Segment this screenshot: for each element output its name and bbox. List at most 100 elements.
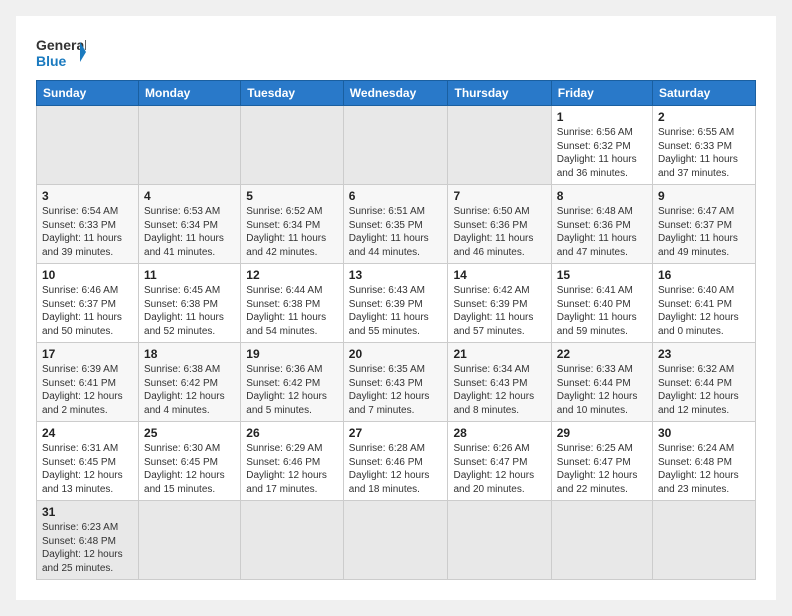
day-info: Sunrise: 6:34 AM Sunset: 6:43 PM Dayligh…: [453, 363, 545, 417]
day-cell: [139, 106, 241, 185]
day-cell: [241, 106, 344, 185]
day-cell: [448, 106, 551, 185]
day-number: 1: [557, 110, 647, 124]
day-info: Sunrise: 6:53 AM Sunset: 6:34 PM Dayligh…: [144, 205, 235, 259]
day-cell: 13 Sunrise: 6:43 AM Sunset: 6:39 PM Dayli…: [343, 264, 448, 343]
day-cell: [343, 501, 448, 580]
day-cell: [653, 501, 756, 580]
day-cell: 20Sunrise: 6:35 AM Sunset: 6:43 PM Dayli…: [343, 343, 448, 422]
day-cell: 19Sunrise: 6:36 AM Sunset: 6:42 PM Dayli…: [241, 343, 344, 422]
day-number: 13: [349, 268, 443, 282]
day-info: Sunrise: 6:56 AM Sunset: 6:32 PM Dayligh…: [557, 126, 647, 180]
day-number: 18: [144, 347, 235, 361]
day-cell: 30Sunrise: 6:24 AM Sunset: 6:48 PM Dayli…: [653, 422, 756, 501]
day-cell: 15 Sunrise: 6:41 AM Sunset: 6:40 PM Dayli…: [551, 264, 652, 343]
day-number: 23: [658, 347, 750, 361]
day-number: 7: [453, 189, 545, 203]
day-cell: 17Sunrise: 6:39 AM Sunset: 6:41 PM Dayli…: [37, 343, 139, 422]
day-info: Sunrise: 6:45 AM Sunset: 6:38 PM Dayligh…: [144, 284, 235, 338]
day-cell: 11 Sunrise: 6:45 AM Sunset: 6:38 PM Dayli…: [139, 264, 241, 343]
day-number: 22: [557, 347, 647, 361]
day-number: 4: [144, 189, 235, 203]
day-info: Sunrise: 6:48 AM Sunset: 6:36 PM Dayligh…: [557, 205, 647, 259]
day-cell: 31Sunrise: 6:23 AM Sunset: 6:48 PM Dayli…: [37, 501, 139, 580]
day-cell: 9Sunrise: 6:47 AM Sunset: 6:37 PM Daylig…: [653, 185, 756, 264]
day-info: Sunrise: 6:47 AM Sunset: 6:37 PM Dayligh…: [658, 205, 750, 259]
day-info: Sunrise: 6:31 AM Sunset: 6:45 PM Dayligh…: [42, 442, 133, 496]
day-cell: [551, 501, 652, 580]
day-number: 5: [246, 189, 338, 203]
day-info: Sunrise: 6:35 AM Sunset: 6:43 PM Dayligh…: [349, 363, 443, 417]
day-info: Sunrise: 6:54 AM Sunset: 6:33 PM Dayligh…: [42, 205, 133, 259]
day-header-wednesday: Wednesday: [343, 81, 448, 106]
day-header-tuesday: Tuesday: [241, 81, 344, 106]
day-cell: 5 Sunrise: 6:52 AM Sunset: 6:34 PM Daylig…: [241, 185, 344, 264]
day-number: 11: [144, 268, 235, 282]
calendar-table: SundayMondayTuesdayWednesdayThursdayFrid…: [36, 80, 756, 580]
day-cell: 26 Sunrise: 6:29 AM Sunset: 6:46 PM Dayli…: [241, 422, 344, 501]
day-info: Sunrise: 6:23 AM Sunset: 6:48 PM Dayligh…: [42, 521, 133, 575]
day-header-friday: Friday: [551, 81, 652, 106]
day-cell: [37, 106, 139, 185]
day-cell: 27Sunrise: 6:28 AM Sunset: 6:46 PM Dayli…: [343, 422, 448, 501]
day-cell: 1 Sunrise: 6:56 AM Sunset: 6:32 PM Daylig…: [551, 106, 652, 185]
day-info: Sunrise: 6:55 AM Sunset: 6:33 PM Dayligh…: [658, 126, 750, 180]
day-info: Sunrise: 6:26 AM Sunset: 6:47 PM Dayligh…: [453, 442, 545, 496]
day-cell: [139, 501, 241, 580]
day-number: 3: [42, 189, 133, 203]
day-cell: 2Sunrise: 6:55 AM Sunset: 6:33 PM Daylig…: [653, 106, 756, 185]
day-info: Sunrise: 6:25 AM Sunset: 6:47 PM Dayligh…: [557, 442, 647, 496]
day-header-saturday: Saturday: [653, 81, 756, 106]
day-info: Sunrise: 6:42 AM Sunset: 6:39 PM Dayligh…: [453, 284, 545, 338]
day-number: 28: [453, 426, 545, 440]
day-number: 26: [246, 426, 338, 440]
day-number: 14: [453, 268, 545, 282]
day-info: Sunrise: 6:43 AM Sunset: 6:39 PM Dayligh…: [349, 284, 443, 338]
week-row-4: 17Sunrise: 6:39 AM Sunset: 6:41 PM Dayli…: [37, 343, 756, 422]
day-number: 10: [42, 268, 133, 282]
day-cell: 22Sunrise: 6:33 AM Sunset: 6:44 PM Dayli…: [551, 343, 652, 422]
calendar-page: General Blue SundayMondayTuesdayWednesda…: [16, 16, 776, 600]
day-info: Sunrise: 6:36 AM Sunset: 6:42 PM Dayligh…: [246, 363, 338, 417]
week-row-2: 3 Sunrise: 6:54 AM Sunset: 6:33 PM Daylig…: [37, 185, 756, 264]
day-cell: 28 Sunrise: 6:26 AM Sunset: 6:47 PM Dayli…: [448, 422, 551, 501]
day-info: Sunrise: 6:38 AM Sunset: 6:42 PM Dayligh…: [144, 363, 235, 417]
svg-text:Blue: Blue: [36, 53, 67, 69]
page-header: General Blue: [36, 32, 756, 72]
day-cell: 23Sunrise: 6:32 AM Sunset: 6:44 PM Dayli…: [653, 343, 756, 422]
day-cell: 8 Sunrise: 6:48 AM Sunset: 6:36 PM Daylig…: [551, 185, 652, 264]
days-header-row: SundayMondayTuesdayWednesdayThursdayFrid…: [37, 81, 756, 106]
day-cell: 7Sunrise: 6:50 AM Sunset: 6:36 PM Daylig…: [448, 185, 551, 264]
day-info: Sunrise: 6:29 AM Sunset: 6:46 PM Dayligh…: [246, 442, 338, 496]
week-row-6: 31Sunrise: 6:23 AM Sunset: 6:48 PM Dayli…: [37, 501, 756, 580]
day-cell: 10Sunrise: 6:46 AM Sunset: 6:37 PM Dayli…: [37, 264, 139, 343]
day-number: 29: [557, 426, 647, 440]
day-cell: 29 Sunrise: 6:25 AM Sunset: 6:47 PM Dayli…: [551, 422, 652, 501]
day-cell: [448, 501, 551, 580]
day-cell: 4 Sunrise: 6:53 AM Sunset: 6:34 PM Daylig…: [139, 185, 241, 264]
day-number: 15: [557, 268, 647, 282]
day-cell: 18 Sunrise: 6:38 AM Sunset: 6:42 PM Dayli…: [139, 343, 241, 422]
day-cell: 25Sunrise: 6:30 AM Sunset: 6:45 PM Dayli…: [139, 422, 241, 501]
day-number: 12: [246, 268, 338, 282]
day-cell: 14 Sunrise: 6:42 AM Sunset: 6:39 PM Dayli…: [448, 264, 551, 343]
svg-text:General: General: [36, 37, 86, 53]
day-number: 21: [453, 347, 545, 361]
day-info: Sunrise: 6:41 AM Sunset: 6:40 PM Dayligh…: [557, 284, 647, 338]
day-cell: [241, 501, 344, 580]
day-info: Sunrise: 6:51 AM Sunset: 6:35 PM Dayligh…: [349, 205, 443, 259]
logo: General Blue: [36, 32, 86, 72]
day-number: 16: [658, 268, 750, 282]
day-cell: 16Sunrise: 6:40 AM Sunset: 6:41 PM Dayli…: [653, 264, 756, 343]
week-row-1: 1 Sunrise: 6:56 AM Sunset: 6:32 PM Daylig…: [37, 106, 756, 185]
day-number: 24: [42, 426, 133, 440]
day-number: 27: [349, 426, 443, 440]
day-info: Sunrise: 6:30 AM Sunset: 6:45 PM Dayligh…: [144, 442, 235, 496]
day-info: Sunrise: 6:44 AM Sunset: 6:38 PM Dayligh…: [246, 284, 338, 338]
week-row-5: 24 Sunrise: 6:31 AM Sunset: 6:45 PM Dayli…: [37, 422, 756, 501]
day-info: Sunrise: 6:52 AM Sunset: 6:34 PM Dayligh…: [246, 205, 338, 259]
logo-svg: General Blue: [36, 32, 86, 72]
day-number: 17: [42, 347, 133, 361]
day-number: 8: [557, 189, 647, 203]
day-info: Sunrise: 6:24 AM Sunset: 6:48 PM Dayligh…: [658, 442, 750, 496]
